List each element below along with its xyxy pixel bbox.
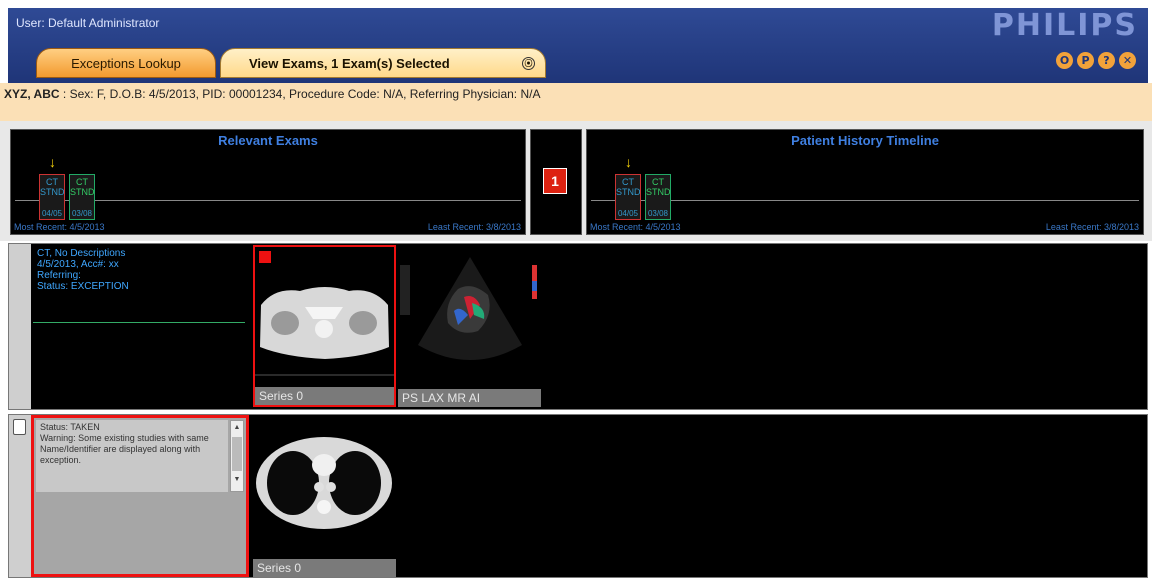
patient-history-panel: Patient History Timeline ↓ CT STND 04/05… xyxy=(586,129,1144,235)
timeline-axis xyxy=(591,200,1139,201)
message-scrollbar[interactable]: ▲ ▼ xyxy=(230,420,244,492)
series-thumbnail[interactable]: PS LAX MR AI xyxy=(398,245,541,407)
row-gutter xyxy=(9,244,31,409)
exam-modality: CT xyxy=(622,177,634,187)
echo-image xyxy=(398,245,541,389)
scroll-down-icon[interactable]: ▼ xyxy=(231,473,243,487)
ct-image xyxy=(255,247,394,387)
philips-logo: PHILIPS xyxy=(991,8,1138,43)
series-thumbnail[interactable]: Series 0 xyxy=(253,417,396,577)
exam-protocol: STND xyxy=(40,187,65,197)
patient-name: XYZ, ABC xyxy=(4,87,60,101)
relevant-exams-title: Relevant Exams xyxy=(218,133,318,148)
p-icon[interactable]: P xyxy=(1077,52,1094,69)
tab-close-icon[interactable]: ⦿ xyxy=(522,57,535,70)
help-icon[interactable]: ? xyxy=(1098,52,1115,69)
exception-warning: Warning: Some existing studies with same… xyxy=(40,433,209,465)
exam-row[interactable]: CT, No Descriptions 4/5/2013, Acc#: xx R… xyxy=(8,243,1148,410)
exam-description: CT, No Descriptions xyxy=(37,248,126,259)
exam-modality: CT xyxy=(76,177,88,187)
exam-date-accession: 4/5/2013, Acc#: xx xyxy=(37,259,119,270)
patient-history-title: Patient History Timeline xyxy=(791,133,939,148)
current-exam-arrow-icon: ↓ xyxy=(625,154,632,170)
exam-select-checkbox[interactable] xyxy=(13,419,26,435)
tab-view-exams[interactable]: View Exams, 1 Exam(s) Selected ⦿ xyxy=(220,48,546,78)
series-label: Series 0 xyxy=(255,387,394,405)
tab-exceptions-label: Exceptions Lookup xyxy=(71,55,181,71)
tab-view-label: View Exams, 1 Exam(s) Selected xyxy=(249,55,450,71)
exam-date: 04/05 xyxy=(617,209,639,218)
current-exam-arrow-icon: ↓ xyxy=(49,154,56,170)
exam-marker[interactable]: CT STND 04/05 xyxy=(39,174,65,220)
exam-count-badge[interactable]: 1 xyxy=(543,168,567,194)
exam-protocol: STND xyxy=(70,187,95,197)
row-gutter xyxy=(9,415,31,577)
timeline-panels: Relevant Exams ↓ CT STND 04/05 CT STND 0… xyxy=(0,121,1152,241)
exam-marker[interactable]: CT STND 03/08 xyxy=(645,174,671,220)
app-header: User: Default Administrator PHILIPS O P … xyxy=(8,8,1148,83)
relevant-exams-panel: Relevant Exams ↓ CT STND 04/05 CT STND 0… xyxy=(10,129,526,235)
patient-details: : Sex: F, D.O.B: 4/5/2013, PID: 00001234… xyxy=(59,87,541,101)
patient-info-bar: XYZ, ABC : Sex: F, D.O.B: 4/5/2013, PID:… xyxy=(0,83,1152,121)
exam-count-panel: 1 xyxy=(530,129,582,235)
o-icon[interactable]: O xyxy=(1056,52,1073,69)
user-label: User: Default Administrator xyxy=(16,16,160,30)
least-recent-label: Least Recent: 3/8/2013 xyxy=(1045,222,1139,232)
exception-status: Status: TAKEN xyxy=(40,422,100,432)
exception-message: Status: TAKEN Warning: Some existing stu… xyxy=(36,420,228,492)
exam-row[interactable]: Status: TAKEN Warning: Some existing stu… xyxy=(8,414,1148,578)
most-recent-label: Most Recent: 4/5/2013 xyxy=(14,222,105,232)
exam-protocol: STND xyxy=(616,187,641,197)
tab-exceptions-lookup[interactable]: Exceptions Lookup xyxy=(36,48,216,78)
most-recent-label: Most Recent: 4/5/2013 xyxy=(590,222,681,232)
series-thumbnail[interactable]: Series 0 xyxy=(253,245,396,407)
close-icon[interactable]: ✕ xyxy=(1119,52,1136,69)
scroll-up-icon[interactable]: ▲ xyxy=(231,421,243,435)
exam-info-exception: Status: TAKEN Warning: Some existing stu… xyxy=(31,415,249,577)
least-recent-label: Least Recent: 3/8/2013 xyxy=(427,222,521,232)
exam-date: 03/08 xyxy=(647,209,669,218)
exam-date: 04/05 xyxy=(41,209,63,218)
ct-image xyxy=(253,417,396,559)
exam-status: Status: EXCEPTION xyxy=(37,281,129,292)
exam-modality: CT xyxy=(46,177,58,187)
series-label: Series 0 xyxy=(253,559,396,577)
exam-modality: CT xyxy=(652,177,664,187)
exam-marker[interactable]: CT STND 03/08 xyxy=(69,174,95,220)
header-icons: O P ? ✕ xyxy=(1056,52,1136,69)
selected-marker xyxy=(259,251,271,263)
exam-protocol: STND xyxy=(646,187,671,197)
exam-marker[interactable]: CT STND 04/05 xyxy=(615,174,641,220)
exam-date: 03/08 xyxy=(71,209,93,218)
info-divider xyxy=(33,322,245,323)
scroll-thumb[interactable] xyxy=(232,437,242,471)
series-label: PS LAX MR AI xyxy=(398,389,541,407)
exam-info: CT, No Descriptions 4/5/2013, Acc#: xx R… xyxy=(31,244,247,409)
exam-referring: Referring: xyxy=(37,270,81,281)
